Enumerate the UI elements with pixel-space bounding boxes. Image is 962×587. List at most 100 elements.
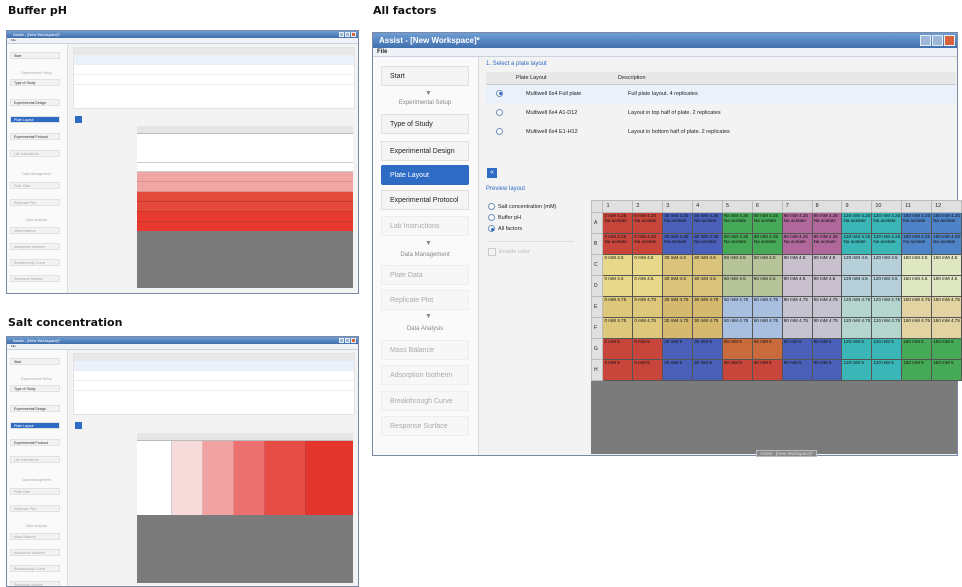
nav-lab-instructions[interactable]: Lab Instructions [381,216,469,236]
nav-breakthrough-curve[interactable]: Breakthrough Curve [10,259,60,266]
plate-well[interactable]: 0 mM 4.75 [632,317,664,339]
nav-plate-layout[interactable]: Plate Layout [10,422,60,429]
collapse-icon[interactable] [75,422,82,429]
plate-well[interactable]: 90 mM 4.75 [781,296,813,318]
plate-well[interactable]: 0 mM 4.5 [602,254,634,276]
plate-well[interactable]: 90 mM 4.25 Na acetate [781,212,813,234]
plate-well[interactable]: 0 mM 4.75 [602,296,634,318]
plate-well[interactable]: 0 mM 4.75 [602,317,634,339]
nav-lab-instructions[interactable]: Lab Instructions [10,456,60,463]
plate-well[interactable]: 120 mM 4.5 [871,275,903,297]
plate-well[interactable]: 120 mM 4.25 Na acetate [871,212,903,234]
plate-well[interactable]: 0 mM 4.5 [602,275,634,297]
close-icon[interactable] [944,35,955,46]
layout-row[interactable] [74,361,354,371]
plate-well[interactable]: 150 mM 4.25 Na acetate [931,212,962,234]
plate-well[interactable]: 90 mM 4.25 Na acetate [811,212,843,234]
plate-well[interactable]: 30 mM 5 [692,338,723,360]
plate-well[interactable]: 60 mM 4.75 [721,317,753,339]
plate-well[interactable]: 90 mM 4.5 [811,254,843,276]
nav-plate-layout[interactable]: Plate Layout [10,116,60,123]
plate-well[interactable]: 120 mM 4.5 [841,275,873,297]
plate-well[interactable]: 90 mM 4.75 [811,296,843,318]
plate-well[interactable]: 0 mM 4.5 [632,254,664,276]
plate-well[interactable]: 150 mM 5 [931,359,962,381]
plate-well[interactable]: 60 mM 4.75 [751,296,783,318]
radio-button[interactable] [496,127,503,135]
plate-well[interactable]: 90 mM 4.5 [781,275,813,297]
nav-breakthrough-curve[interactable]: Breakthrough Curve [10,565,60,572]
plate-well[interactable]: 30 mM 4.5 [692,254,723,276]
plate-well[interactable]: 120 mM 5 [871,359,903,381]
plate-well[interactable]: 120 mM 4.25 Na acetate [841,212,873,234]
nav-type-of-study[interactable]: Type of Study [10,385,60,392]
plate-well[interactable]: 150 mM 4.25 Na acetate [931,233,962,255]
plate-well[interactable]: 30 mM 4.25 Na acetate [692,233,723,255]
plate-well[interactable]: 120 mM 4.5 [841,254,873,276]
nav-lab-instructions[interactable]: Lab Instructions [10,150,60,157]
plate-well[interactable]: 60 mM 5 [721,338,753,360]
plate-well[interactable]: 90 mM 4.75 [811,317,843,339]
plate-well[interactable]: 150 mM 5 [901,359,933,381]
plate-well[interactable]: 30 mM 5 [662,359,694,381]
plate-well[interactable]: 60 mM 5 [751,338,783,360]
menu-file[interactable]: File [373,48,957,57]
nav-adsorption-isotherm[interactable]: Adsorption Isotherm [10,243,60,250]
nav-start[interactable]: Start [10,52,60,59]
plate-well[interactable]: 120 mM 4.5 [871,254,903,276]
close-icon[interactable] [351,32,356,37]
layout-row[interactable] [74,65,354,75]
nav-experimental-design[interactable]: Experimental Design [381,141,469,161]
nav-start[interactable]: Start [381,66,469,86]
nav-response-surface[interactable]: Response Surface [10,581,60,586]
plate-well[interactable]: 90 mM 5 [781,359,813,381]
nav-replicate-plot[interactable]: Replicate Plot [10,199,60,206]
nav-mass-balance[interactable]: Mass Balance [10,533,60,540]
layout-row[interactable] [74,75,354,85]
layout-row[interactable]: Multiwell 6x4 E1-H12 Layout in bottom ha… [486,123,956,142]
plate-well[interactable]: 30 mM 5 [662,338,694,360]
close-icon[interactable] [351,338,356,343]
plate-well[interactable]: 150 mM 4.25 Na acetate [901,212,933,234]
plate-well[interactable]: 120 mM 5 [841,359,873,381]
plate-well[interactable]: 120 mM 4.25 Na acetate [871,233,903,255]
plate-well[interactable]: 150 mM 4.5 [931,275,962,297]
radio-button[interactable] [488,225,495,232]
plate-well[interactable]: 60 mM 4.25 Na acetate [721,212,753,234]
plate-well[interactable]: 120 mM 4.75 [871,317,903,339]
enable-color-checkbox[interactable]: Enable color [488,248,530,256]
plate-well[interactable]: 30 mM 4.5 [662,254,694,276]
plate-well[interactable]: 0 mM 4.25 Na acetate [602,233,634,255]
maximize-icon[interactable] [345,338,350,343]
plate-well[interactable]: 120 mM 4.75 [841,296,873,318]
plate-well[interactable]: 90 mM 4.25 Na acetate [781,233,813,255]
nav-adsorption-isotherm[interactable]: Adsorption Isotherm [381,365,469,385]
plate-well[interactable]: 30 mM 4.25 Na acetate [692,212,723,234]
plate-well[interactable]: 120 mM 4.75 [871,296,903,318]
plate-well[interactable]: 150 mM 4.5 [901,275,933,297]
minimize-icon[interactable] [920,35,931,46]
plate-well[interactable]: 60 mM 4.25 Na acetate [751,233,783,255]
minimize-icon[interactable] [339,32,344,37]
nav-replicate-plot[interactable]: Replicate Plot [381,290,469,310]
plate-well[interactable]: 0 mM 5 [602,359,634,381]
nav-response-surface[interactable]: Response Surface [10,275,60,282]
plate-well[interactable]: 60 mM 4.5 [721,275,753,297]
plate-well[interactable]: 90 mM 4.5 [781,254,813,276]
nav-experimental-design[interactable]: Experimental Design [10,99,60,106]
nav-adsorption-isotherm[interactable]: Adsorption Isotherm [10,549,60,556]
plate-well[interactable]: 90 mM 4.5 [811,275,843,297]
plate-well[interactable]: 120 mM 5 [871,338,903,360]
layout-row[interactable]: Multiwell 6x4 A1-D12 Layout in top half … [486,104,956,123]
radio-button[interactable] [488,214,495,221]
nav-plate-data[interactable]: Plate Data [10,182,60,189]
plate-well[interactable]: 90 mM 4.75 [781,317,813,339]
plate-well[interactable]: 60 mM 4.25 Na acetate [751,212,783,234]
plate-well[interactable]: 150 mM 4.75 [901,296,933,318]
plate-well[interactable]: 60 mM 5 [751,359,783,381]
collapse-icon[interactable]: « [487,168,497,178]
plate-well[interactable]: 150 mM 4.75 [931,317,962,339]
plate-well[interactable]: 0 mM 4.25 Na acetate [632,233,664,255]
plate-well[interactable]: 60 mM 4.5 [751,275,783,297]
maximize-icon[interactable] [932,35,943,46]
